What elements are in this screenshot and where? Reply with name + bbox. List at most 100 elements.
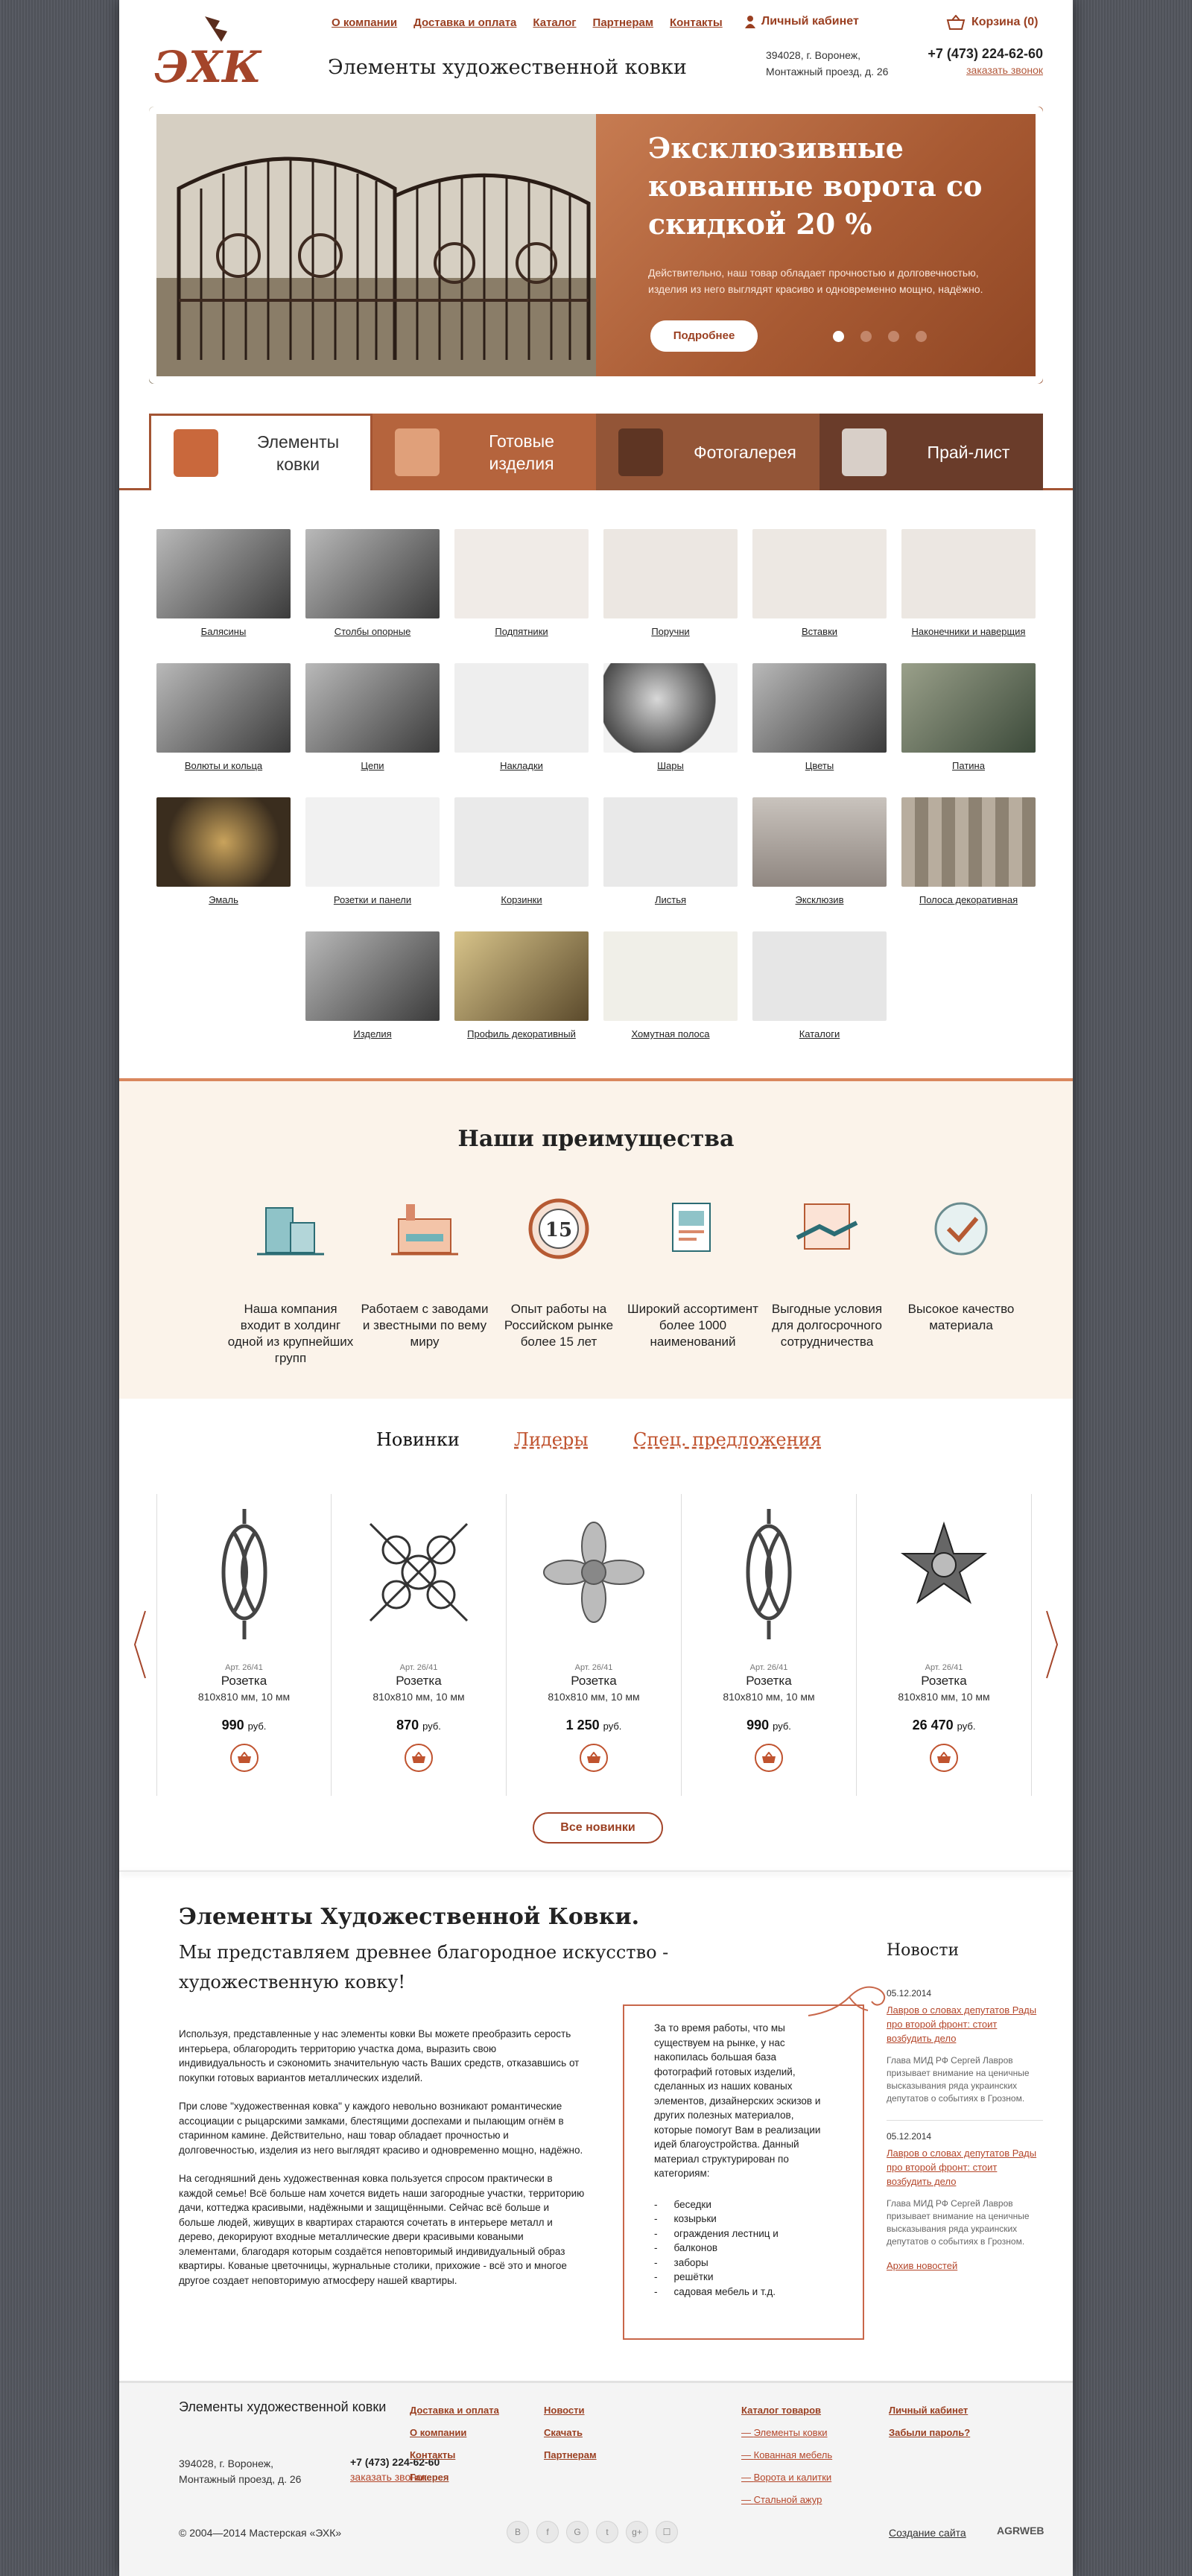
slider-dot[interactable]: [888, 331, 899, 342]
facebook-icon[interactable]: f: [536, 2521, 559, 2543]
footer-link[interactable]: Галерея: [410, 2466, 499, 2489]
news-link[interactable]: Лавров о словах депутатов Рады про второ…: [887, 2003, 1043, 2045]
slider-dot[interactable]: [833, 331, 844, 342]
company-logo[interactable]: ЭХК: [153, 13, 264, 88]
nav-delivery[interactable]: Доставка и оплата: [413, 16, 516, 29]
product-card[interactable]: Арт. 26/41 Розетка 810x810 мм, 10 мм 870…: [332, 1494, 507, 1796]
catalog-item[interactable]: Балясины: [149, 529, 298, 637]
catalog-item[interactable]: Хомутная полоса: [596, 931, 745, 1039]
product-card[interactable]: Арт. 26/41 Розетка 810x810 мм, 10 мм 1 2…: [507, 1494, 682, 1796]
google-icon[interactable]: G: [566, 2521, 589, 2543]
twitter-icon[interactable]: t: [596, 2521, 618, 2543]
footer-sublink[interactable]: Стальной ажур: [741, 2489, 832, 2511]
product-name[interactable]: Розетка: [682, 1674, 856, 1689]
googleplus-icon[interactable]: g+: [626, 2521, 648, 2543]
add-to-cart-button[interactable]: [755, 1744, 783, 1772]
nav-catalog[interactable]: Каталог: [533, 16, 576, 29]
tab-gallery[interactable]: Фотогалерея: [596, 414, 820, 490]
product-card[interactable]: Арт. 26/41 Розетка 810x810 мм, 10 мм 990…: [156, 1494, 332, 1796]
footer-link[interactable]: Личный кабинет: [889, 2399, 970, 2422]
next-arrow-icon[interactable]: [1044, 1610, 1059, 1680]
news-link[interactable]: Лавров о словах депутатов Рады про второ…: [887, 2146, 1043, 2189]
footer-link[interactable]: Забыли пароль?: [889, 2422, 970, 2444]
all-new-button[interactable]: Все новинки: [533, 1812, 663, 1844]
catalog-label[interactable]: Полоса декоративная: [894, 894, 1043, 905]
catalog-item[interactable]: Цепи: [298, 663, 447, 771]
catalog-label[interactable]: Эмаль: [149, 894, 298, 905]
product-name[interactable]: Розетка: [157, 1674, 331, 1689]
catalog-item[interactable]: Накладки: [447, 663, 596, 771]
catalog-item[interactable]: Полоса декоративная: [894, 797, 1043, 905]
product-name[interactable]: Розетка: [857, 1674, 1031, 1689]
footer-link[interactable]: О компании: [410, 2422, 499, 2444]
vk-icon[interactable]: B: [507, 2521, 529, 2543]
catalog-label[interactable]: Цепи: [298, 760, 447, 771]
cabinet-link[interactable]: Личный кабинет: [745, 15, 859, 28]
slider-dot[interactable]: [860, 331, 872, 342]
catalog-label[interactable]: Поручни: [596, 626, 745, 637]
add-to-cart-button[interactable]: [405, 1744, 433, 1772]
catalog-item[interactable]: Листья: [596, 797, 745, 905]
tab-price-list[interactable]: Прай-лист: [820, 414, 1043, 490]
prev-arrow-icon[interactable]: [133, 1610, 148, 1680]
catalog-label[interactable]: Балясины: [149, 626, 298, 637]
catalog-label[interactable]: Вставки: [745, 626, 894, 637]
catalog-label[interactable]: Наконечники и наверщия: [894, 626, 1043, 637]
add-to-cart-button[interactable]: [930, 1744, 958, 1772]
footer-sublink[interactable]: Кованная мебель: [741, 2444, 833, 2466]
catalog-item[interactable]: Столбы опорные: [298, 529, 447, 637]
catalog-item[interactable]: Корзинки: [447, 797, 596, 905]
catalog-item[interactable]: Каталоги: [745, 931, 894, 1039]
catalog-item[interactable]: Розетки и панели: [298, 797, 447, 905]
catalog-label[interactable]: Хомутная полоса: [596, 1028, 745, 1039]
instagram-icon[interactable]: ☐: [656, 2521, 678, 2543]
product-card[interactable]: Арт. 26/41 Розетка 810x810 мм, 10 мм 990…: [682, 1494, 857, 1796]
catalog-label[interactable]: Листья: [596, 894, 745, 905]
nav-partners[interactable]: Партнерам: [593, 16, 653, 29]
callback-link[interactable]: заказать звонок: [924, 64, 1043, 76]
footer-link[interactable]: Каталог товаров: [741, 2399, 832, 2422]
product-name[interactable]: Розетка: [507, 1674, 681, 1689]
footer-sublink[interactable]: Ворота и калитки: [741, 2466, 832, 2489]
tab-ready-products[interactable]: Готовые изделия: [372, 414, 596, 490]
catalog-item[interactable]: Шары: [596, 663, 745, 771]
catalog-label[interactable]: Каталоги: [745, 1028, 894, 1039]
add-to-cart-button[interactable]: [229, 1744, 259, 1772]
tab-leaders[interactable]: Лидеры: [514, 1429, 588, 1450]
nav-contacts[interactable]: Контакты: [670, 16, 723, 29]
slider-dot[interactable]: [916, 331, 927, 342]
catalog-item[interactable]: Изделия: [298, 931, 447, 1039]
catalog-label[interactable]: Корзинки: [447, 894, 596, 905]
tab-new[interactable]: Новинки: [376, 1429, 460, 1450]
site-creation-link[interactable]: Создание сайта: [889, 2527, 966, 2539]
tab-special[interactable]: Спец. предложения: [633, 1429, 822, 1450]
add-to-cart-button[interactable]: [580, 1744, 608, 1772]
catalog-label[interactable]: Волюты и кольца: [149, 760, 298, 771]
product-name[interactable]: Розетка: [332, 1674, 506, 1689]
tab-forging-elements[interactable]: Элементы ковки: [149, 414, 372, 490]
slide-more-button[interactable]: Подробнее: [650, 320, 758, 352]
footer-link[interactable]: Скачать: [544, 2422, 597, 2444]
catalog-item[interactable]: Профиль декоративный: [447, 931, 596, 1039]
news-archive-link[interactable]: Архив новостей: [887, 2260, 1043, 2271]
catalog-label[interactable]: Эксклюзив: [745, 894, 894, 905]
catalog-label[interactable]: Подпятники: [447, 626, 596, 637]
catalog-label[interactable]: Цветы: [745, 760, 894, 771]
nav-about[interactable]: О компании: [332, 16, 397, 29]
catalog-item[interactable]: Вставки: [745, 529, 894, 637]
catalog-item[interactable]: Волюты и кольца: [149, 663, 298, 771]
catalog-label[interactable]: Столбы опорные: [298, 626, 447, 637]
catalog-label[interactable]: Профиль декоративный: [447, 1028, 596, 1039]
catalog-item[interactable]: Цветы: [745, 663, 894, 771]
catalog-label[interactable]: Розетки и панели: [298, 894, 447, 905]
footer-link[interactable]: Новости: [544, 2399, 597, 2422]
catalog-item[interactable]: Патина: [894, 663, 1043, 771]
catalog-item[interactable]: Эмаль: [149, 797, 298, 905]
footer-link[interactable]: Доставка и оплата: [410, 2399, 499, 2422]
catalog-label[interactable]: Шары: [596, 760, 745, 771]
catalog-item[interactable]: Наконечники и наверщия: [894, 529, 1043, 637]
catalog-item[interactable]: Поручни: [596, 529, 745, 637]
footer-link[interactable]: Контакты: [410, 2444, 499, 2466]
cart-link[interactable]: Корзина (0): [946, 15, 1038, 30]
catalog-label[interactable]: Накладки: [447, 760, 596, 771]
